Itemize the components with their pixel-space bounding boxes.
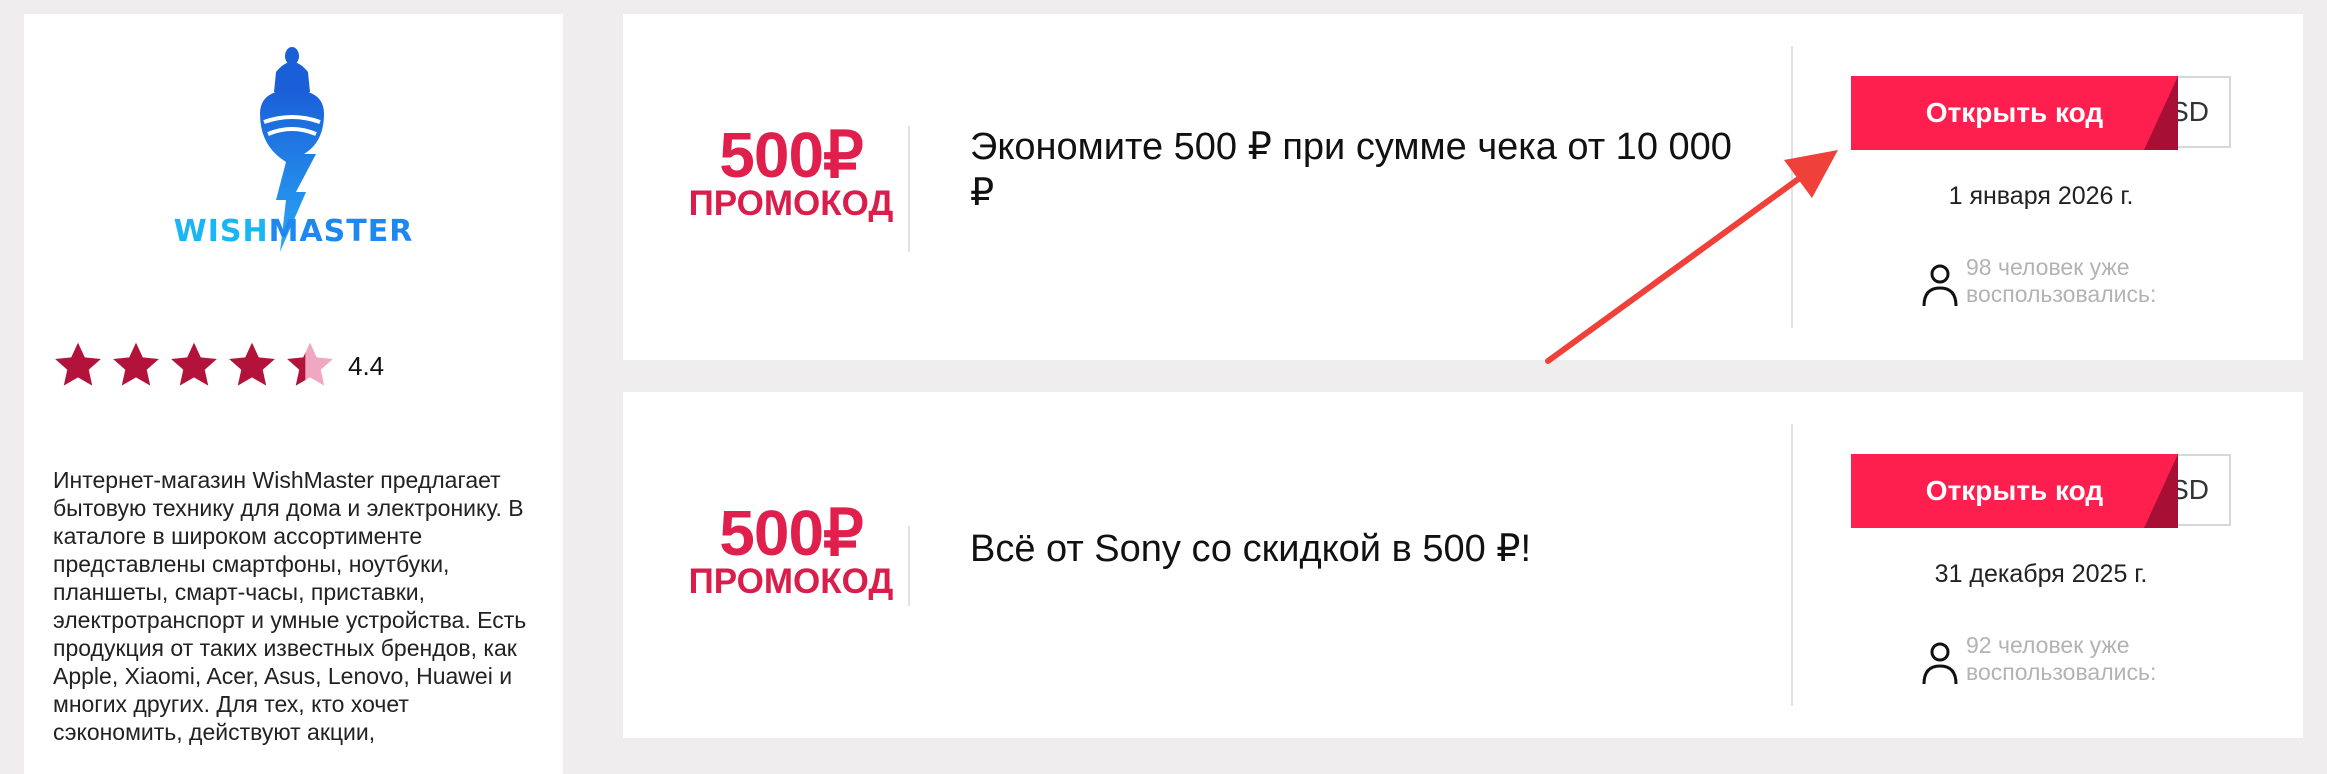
promo-amount: 500₽ [719,497,864,569]
logo-text-master: MASTER [268,214,414,249]
divider [1791,424,1793,706]
store-description: Интернет-магазин WishMaster предлагает б… [53,467,527,745]
store-sidebar: WISHMASTER 4.4 Интернет-магазин WishMast… [24,14,563,774]
store-rating: 4.4 [50,336,384,396]
coupon-card: 500₽ ПРОМОКОД Экономите 500 ₽ при сумме … [623,14,2303,360]
usage-count: 98 человек уже воспользовались: [1966,254,2157,307]
star-icon [229,342,275,386]
star-icon [171,342,217,386]
divider [908,526,910,606]
divider [908,126,910,252]
coupon-card: 500₽ ПРОМОКОД Всё от Sony со скидкой в 5… [623,392,2303,738]
promo-type-label: ПРОМОКОД [688,184,894,223]
promo-amount: 500₽ [719,119,864,191]
coupon-title: Всё от Sony со скидкой в 500 ₽! [970,528,1532,570]
logo-text-wish: WISH [173,214,269,249]
rating-value: 4.4 [348,350,385,381]
star-half-icon [287,342,333,386]
coupon-title: Экономите 500 ₽ при сумме чека от 10 000… [970,126,1732,214]
promo-type-label: ПРОМОКОД [688,562,894,601]
brand-logo-text: WISHMASTER [24,214,563,249]
star-icon [55,342,101,386]
user-icon [1922,264,1958,307]
button-fold-corner [2144,454,2178,528]
star-icon [113,342,159,386]
open-code-button[interactable]: Открыть код [1851,454,2178,528]
usage-count: 92 человек уже воспользовались: [1966,632,2157,685]
divider [1791,46,1793,328]
open-code-button[interactable]: Открыть код [1851,76,2178,150]
user-icon [1922,642,1958,685]
expiry-date: 1 января 2026 г. [1948,182,2134,210]
expiry-date: 31 декабря 2025 г. [1934,560,2148,588]
button-fold-corner [2144,76,2178,150]
